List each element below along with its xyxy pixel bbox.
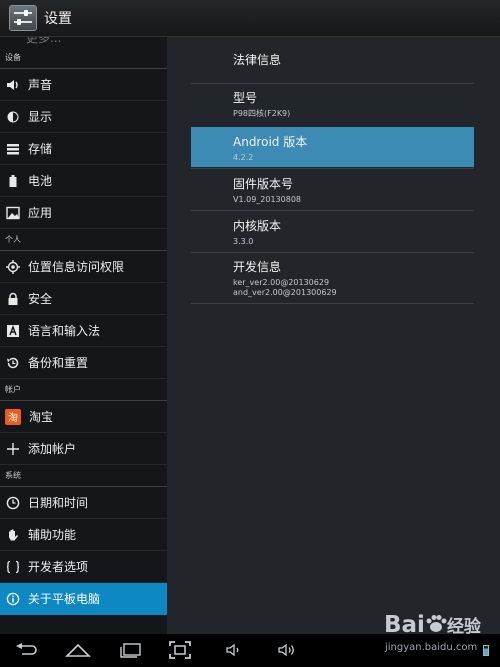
firmware-row[interactable]: 固件版本号 V1.09_20130808 [191,175,474,211]
sidebar-item-backup[interactable]: 备份和重置 [0,347,167,379]
clock-icon [6,496,20,510]
model-value: P98四核(F2K9) [233,109,291,118]
sidebar-item-add-account[interactable]: 添加帐户 [0,433,167,465]
sidebar-item-about-tablet[interactable]: 关于平板电脑 [0,583,167,615]
sidebar-item-taobao[interactable]: 淘 淘宝 [0,401,167,433]
screenshot-icon[interactable] [168,640,192,664]
sidebar-item-apps[interactable]: 应用 [0,197,167,229]
legal-info-row[interactable]: 法律信息 [191,51,474,81]
back-icon[interactable] [13,642,39,662]
sidebar-item-storage[interactable]: 存储 [0,133,167,165]
sidebar-item-location[interactable]: 位置信息访问权限 [0,251,167,283]
dev-info-title: 开发信息 [233,260,282,274]
sidebar-item-label: 声音 [28,78,53,92]
sidebar-item-battery[interactable]: 电池 [0,165,167,197]
slider-knob [24,10,28,16]
section-header-accounts: 帐户 [0,379,167,401]
settings-nav-pane[interactable]: 更多... 设备 声音 显示 存储 电池 应用 个人 位置信息访问权限 安全 语… [0,37,167,634]
info-icon [6,592,20,606]
kernel-value: 3.3.0 [233,237,254,246]
settings-app-icon[interactable] [9,5,37,31]
model-title: 型号 [233,91,258,105]
divider [191,303,474,304]
section-header-system: 系统 [0,465,167,487]
divider [191,83,474,84]
hand-icon [6,528,20,542]
baidu-jingyan-watermark: Bai 经验 [384,612,481,638]
section-header-personal: 个人 [0,229,167,251]
firmware-value: V1.09_20130808 [233,195,302,204]
slider-knob [17,19,21,25]
braces-icon [6,560,20,574]
lock-icon [6,292,20,306]
sidebar-item-label: 电池 [28,174,53,188]
volume-up-icon[interactable] [277,642,299,662]
apps-image-icon [6,206,20,220]
sidebar-item-label: 位置信息访问权限 [28,260,125,274]
sidebar-item-label: 日期和时间 [28,496,89,510]
recent-apps-icon[interactable] [118,642,144,662]
watermark-url: jingyan.baidu.com [385,642,478,653]
more-label: 更多... [26,37,62,45]
sidebar-item-label: 开发者选项 [28,560,89,574]
sidebar-item-datetime[interactable]: 日期和时间 [0,487,167,519]
sidebar-item-label: 关于平板电脑 [28,592,101,606]
taobao-glyph: 淘 [8,413,18,424]
android-version-title: Android 版本 [233,135,308,149]
model-row[interactable]: 型号 P98四核(F2K9) [191,89,474,127]
sidebar-item-label: 辅助功能 [28,528,77,542]
sidebar-item-label: 语言和输入法 [28,324,101,338]
sidebar-item-label: 安全 [28,292,53,306]
plus-icon [6,442,20,456]
watermark-brand2: 经验 [446,617,481,637]
location-icon [6,259,20,274]
sidebar-item-label: 备份和重置 [28,356,89,370]
battery-status-icon [483,645,489,656]
brightness-icon [6,110,20,124]
sidebar-item-label: 添加帐户 [28,442,77,456]
sidebar-item-accessibility[interactable]: 辅助功能 [0,519,167,551]
sidebar-item-label: 应用 [28,206,53,220]
slider-line [14,12,32,14]
divider [191,210,474,211]
watermark-brand: Bai [384,612,425,638]
storage-icon [6,142,20,156]
taobao-icon: 淘 [5,408,21,425]
speaker-icon [6,78,20,92]
divider [191,168,474,169]
sidebar-item-security[interactable]: 安全 [0,283,167,315]
home-icon[interactable] [64,642,92,662]
android-version-value: 4.2.2 [233,153,254,162]
sidebar-item-sound[interactable]: 声音 [0,69,167,101]
section-header-device: 设备 [0,47,167,69]
kernel-title: 内核版本 [233,219,282,233]
sidebar-item-display[interactable]: 显示 [0,101,167,133]
dev-info-row[interactable]: 开发信息 ker_ver2.00@20130629 and_ver2.00@20… [191,258,474,304]
sidebar-item-developer[interactable]: 开发者选项 [0,551,167,583]
page-title: 设置 [44,11,72,27]
firmware-title: 固件版本号 [233,177,294,191]
sidebar-item-label: 显示 [28,110,53,124]
about-detail-pane: 法律信息 型号 P98四核(F2K9) Android 版本 4.2.2 固件版… [167,37,500,634]
android-version-row[interactable]: Android 版本 4.2.2 [191,127,474,167]
sidebar-item-label: 淘宝 [29,410,54,424]
dev-info-line2: and_ver2.00@201300629 [233,288,337,297]
kernel-row[interactable]: 内核版本 3.3.0 [191,217,474,253]
list-item-more-cut[interactable]: 更多... [0,37,167,47]
battery-icon [6,174,20,188]
legal-info-title: 法律信息 [233,53,282,67]
restore-icon [6,356,20,370]
action-bar: 设置 [0,0,500,37]
keyboard-a-icon [6,324,20,338]
paw-icon [425,614,447,634]
sidebar-item-label: 存储 [28,142,53,156]
sidebar-item-language[interactable]: 语言和输入法 [0,315,167,347]
volume-down-icon[interactable] [225,642,245,662]
divider [191,252,474,253]
dev-info-line1: ker_ver2.00@20130629 [233,278,330,287]
